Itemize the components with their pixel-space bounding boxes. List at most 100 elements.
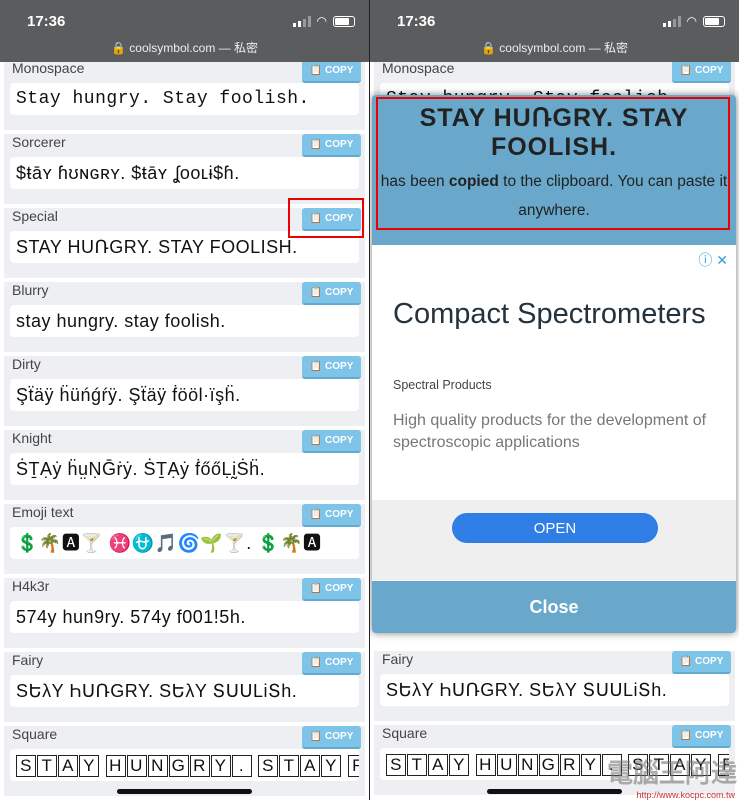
clipboard-icon: 📋	[679, 656, 693, 667]
copy-button[interactable]: 📋 COPY	[302, 504, 361, 527]
styled-text[interactable]: STAY HUNGRY. STAY F	[10, 749, 359, 781]
font-card-h4k3r: H4k3r 📋 COPY 574y hun9ry. 574y f001!5h.	[4, 578, 365, 648]
copy-button[interactable]: 📋 COPY	[302, 430, 361, 453]
styled-text[interactable]: ṠṮẠẏ ḧṳṆḠṙẏ. ṠṮẠẏ ḟőőḶḭṠḧ.	[10, 453, 359, 485]
wifi-icon: ◠	[316, 14, 327, 28]
clipboard-icon: 📋	[309, 361, 323, 372]
close-icon[interactable]: ✕	[716, 252, 728, 268]
square-letter: R	[559, 754, 580, 777]
font-style-label: Knight	[12, 430, 52, 446]
ad-banner[interactable]: ⓘ ✕ Compact Spectrometers Spectral Produ…	[372, 248, 736, 500]
clipboard-icon: 📋	[309, 657, 323, 668]
copy-button[interactable]: 📋 COPY	[302, 356, 361, 379]
clipboard-icon: 📋	[679, 730, 693, 741]
square-letter: Y	[580, 754, 601, 777]
clipboard-icon: 📋	[679, 65, 693, 76]
copy-button[interactable]: 📋 COPY	[302, 652, 361, 675]
copy-button[interactable]: 📋 COPY	[672, 651, 731, 674]
ad-advertiser: Spectral Products	[393, 378, 492, 392]
font-card-monospace: Monospace 📋COPY Stay hungry. Stay foolis…	[4, 60, 365, 130]
font-card-fairy: Fairy 📋 COPY SԵλY ҺՍՌGRY. SԵλY ՏՍՍLiՏh.	[374, 651, 735, 721]
copy-button[interactable]: 📋 COPY	[302, 134, 361, 157]
address-bar[interactable]: 🔒 coolsymbol.com — 私密	[370, 39, 739, 56]
clipboard-icon: 📋	[309, 435, 323, 446]
signal-icon	[292, 15, 311, 27]
battery-icon	[703, 15, 725, 27]
ad-footer: OPEN	[372, 500, 736, 580]
font-style-label: Square	[12, 726, 58, 742]
square-letter: S	[16, 755, 36, 778]
time: 17:36	[27, 13, 66, 30]
battery-icon	[333, 15, 355, 27]
highlight-box	[288, 198, 364, 238]
styled-text[interactable]: 574y hun9ry. 574y f001!5h.	[10, 601, 359, 633]
square-letter: H	[475, 754, 496, 777]
styled-text[interactable]: Şẗäÿ ḧüńǵŕÿ. Şẗäÿ ḟööl·ïşḧ.	[10, 379, 359, 411]
square-letter: N	[517, 754, 538, 777]
font-card-knight: Knight 📋 COPY ṠṮẠẏ ḧṳṆḠṙẏ. ṠṮẠẏ ḟőőḶḭṠḧ.	[4, 430, 365, 500]
copy-button[interactable]: 📋 COPY	[302, 578, 361, 601]
home-indicator	[487, 789, 622, 794]
signal-icon	[662, 15, 681, 27]
square-letter: R	[189, 755, 210, 778]
square-letter: N	[147, 755, 168, 778]
font-style-label: Blurry	[12, 282, 49, 298]
styled-text[interactable]: stay hungry. stay foolish.	[10, 305, 359, 337]
time: 17:36	[397, 13, 436, 30]
square-letter: Y	[321, 755, 342, 778]
square-letter: A	[300, 755, 321, 778]
info-icon[interactable]: ⓘ	[698, 252, 712, 268]
clipboard-icon: 📋	[309, 65, 323, 76]
status-bar: 17:36 ◠ 🔒 coolsymbol.com — 私密	[0, 0, 369, 62]
font-style-label: Emoji text	[12, 504, 74, 520]
watermark-logo: 電腦王阿達	[606, 758, 737, 788]
font-card-emoji-text: Emoji text 📋 COPY 💲🌴🅰🍸 ♓⛎🎵🌀🌱🍸. 💲🌴🅰	[4, 504, 365, 574]
url-text: coolsymbol.com — 私密	[499, 41, 628, 55]
font-style-label: Fairy	[382, 651, 414, 667]
font-style-label: H4k3r	[12, 578, 50, 594]
square-letter: G	[168, 755, 189, 778]
font-style-label: Fairy	[12, 652, 44, 668]
copy-button[interactable]: 📋 COPY	[672, 725, 731, 748]
square-letter: S	[258, 755, 279, 778]
ad-title[interactable]: Compact Spectrometers	[393, 296, 706, 333]
square-letter: F	[347, 755, 359, 778]
highlight-box	[376, 97, 730, 230]
square-letter: T	[407, 754, 427, 777]
square-letter: Y	[210, 755, 231, 778]
square-letter: U	[496, 754, 517, 777]
home-indicator	[117, 789, 252, 794]
font-card-dirty: Dirty 📋 COPY Şẗäÿ ḧüńǵŕÿ. Şẗäÿ ḟööl·ïşḧ.	[4, 356, 365, 426]
ad-description: High quality products for the developmen…	[393, 412, 707, 451]
square-letter: G	[538, 754, 559, 777]
right-screen: 17:36 ◠ 🔒 coolsymbol.com — 私密 Monospace …	[370, 0, 739, 800]
clipboard-icon: 📋	[309, 583, 323, 594]
clipboard-icon: 📋	[309, 731, 323, 742]
copy-button[interactable]: 📋 COPY	[672, 60, 731, 83]
clipboard-icon: 📋	[309, 509, 323, 520]
styled-text[interactable]: SԵλY ҺՍՌGRY. SԵλY ՏՍՍLiՏh.	[380, 674, 729, 706]
square-letter: A	[428, 754, 448, 777]
font-style-label: Dirty	[12, 356, 41, 372]
font-style-label: Sorcerer	[12, 134, 66, 150]
font-card-blurry: Blurry 📋 COPY stay hungry. stay foolish.	[4, 282, 365, 352]
clipboard-icon: 📋	[309, 139, 323, 150]
font-style-label: Special	[12, 208, 58, 224]
copy-button[interactable]: 📋 COPY	[302, 726, 361, 749]
square-letter: T	[279, 755, 300, 778]
close-button[interactable]: Close	[372, 581, 736, 633]
styled-text[interactable]: $ŧāʏ ɦʊɴɢʀʏ. $ŧāʏ ʆooʟɨ$ɦ.	[10, 157, 359, 189]
copy-button[interactable]: 📋 COPY	[302, 282, 361, 305]
styled-text[interactable]: 💲🌴🅰🍸 ♓⛎🎵🌀🌱🍸. 💲🌴🅰	[10, 527, 359, 559]
styled-text[interactable]: Stay hungry. Stay foolish.	[10, 83, 359, 115]
styled-text[interactable]: SԵλY ҺՍՌGRY. SԵλY ՏՍՍLiՏh.	[10, 675, 359, 707]
square-letter: T	[37, 755, 57, 778]
font-style-label: Square	[382, 725, 428, 741]
font-card-square: Square 📋 COPY STAY HUNGRY. STAY F	[4, 726, 365, 796]
clipboard-icon: 📋	[309, 287, 323, 298]
square-letter: H	[105, 755, 126, 778]
ad-open-button[interactable]: OPEN	[452, 513, 658, 543]
watermark-url: http://www.kocpc.com.tw	[636, 790, 735, 800]
address-bar[interactable]: 🔒 coolsymbol.com — 私密	[0, 39, 369, 56]
copy-button[interactable]: 📋 COPY	[302, 60, 361, 83]
